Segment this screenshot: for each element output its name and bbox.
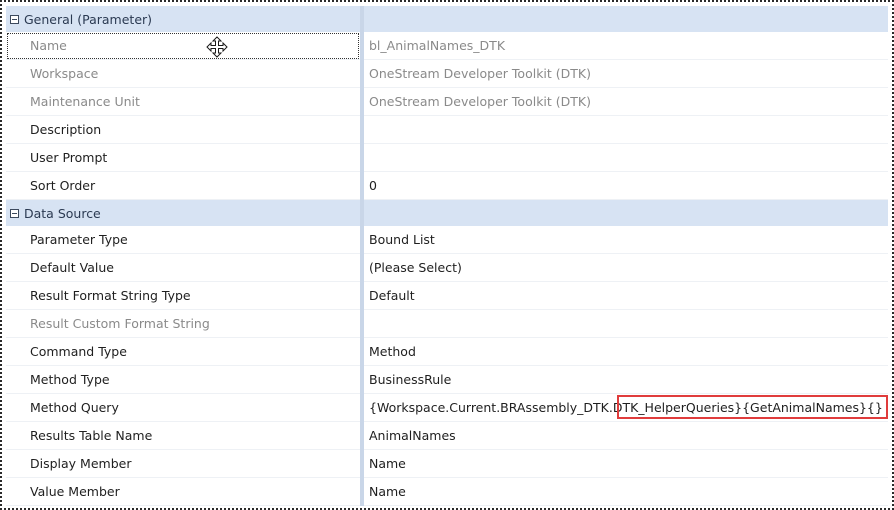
property-result-format-string-type-value[interactable]: Default bbox=[364, 282, 888, 310]
property-sort-order-value[interactable]: 0 bbox=[364, 172, 888, 200]
property-description-value[interactable] bbox=[364, 116, 888, 144]
property-default-value-label[interactable]: Default Value bbox=[6, 254, 360, 282]
property-workspace-value[interactable]: OneStream Developer Toolkit (DTK) bbox=[364, 60, 888, 88]
property-grid: General (Parameter) Name bl_AnimalNames_… bbox=[6, 6, 888, 506]
property-method-type-value[interactable]: BusinessRule bbox=[364, 366, 888, 394]
category-data-source[interactable]: Data Source bbox=[6, 200, 888, 226]
method-query-text[interactable]: {Workspace.Current.BRAssembly_DTK.DTK_He… bbox=[369, 400, 883, 415]
property-command-type-value[interactable]: Method bbox=[364, 338, 888, 366]
property-parameter-type-value[interactable]: Bound List bbox=[364, 226, 888, 254]
property-row-method-type[interactable]: Method Type BusinessRule bbox=[6, 366, 888, 394]
property-row-sort-order[interactable]: Sort Order 0 bbox=[6, 172, 888, 200]
property-label: Name bbox=[30, 38, 67, 53]
property-display-member-label[interactable]: Display Member bbox=[6, 450, 360, 478]
property-name-value[interactable]: bl_AnimalNames_DTK bbox=[364, 32, 888, 60]
property-results-table-name-label[interactable]: Results Table Name bbox=[6, 422, 360, 450]
property-row-name[interactable]: Name bl_AnimalNames_DTK bbox=[6, 32, 888, 60]
property-default-value-value[interactable]: (Please Select) bbox=[364, 254, 888, 282]
property-results-table-name-value[interactable]: AnimalNames bbox=[364, 422, 888, 450]
category-data-source-header[interactable]: Data Source bbox=[6, 200, 360, 226]
property-name-label[interactable]: Name bbox=[6, 32, 360, 60]
property-method-type-label[interactable]: Method Type bbox=[6, 366, 360, 394]
property-command-type-label[interactable]: Command Type bbox=[6, 338, 360, 366]
category-general-header[interactable]: General (Parameter) bbox=[6, 6, 360, 32]
property-row-display-member[interactable]: Display Member Name bbox=[6, 450, 888, 478]
property-workspace-label[interactable]: Workspace bbox=[6, 60, 360, 88]
property-sort-order-label[interactable]: Sort Order bbox=[6, 172, 360, 200]
property-value-member-value[interactable]: Name bbox=[364, 478, 888, 506]
category-general-label: General (Parameter) bbox=[24, 11, 153, 27]
property-method-query-label[interactable]: Method Query bbox=[6, 394, 360, 422]
property-value-member-label[interactable]: Value Member bbox=[6, 478, 360, 506]
property-row-maintenance-unit[interactable]: Maintenance Unit OneStream Developer Too… bbox=[6, 88, 888, 116]
property-parameter-type-label[interactable]: Parameter Type bbox=[6, 226, 360, 254]
property-row-method-query[interactable]: Method Query {Workspace.Current.BRAssemb… bbox=[6, 394, 888, 422]
property-result-custom-format-string-value[interactable] bbox=[364, 310, 888, 338]
property-row-result-format-string-type[interactable]: Result Format String Type Default bbox=[6, 282, 888, 310]
property-user-prompt-label[interactable]: User Prompt bbox=[6, 144, 360, 172]
move-cursor-icon bbox=[206, 36, 228, 58]
collapse-minus-icon[interactable] bbox=[10, 208, 19, 218]
property-method-query-value[interactable]: {Workspace.Current.BRAssembly_DTK.DTK_He… bbox=[364, 394, 888, 422]
property-row-results-table-name[interactable]: Results Table Name AnimalNames bbox=[6, 422, 888, 450]
category-general-value bbox=[364, 6, 888, 32]
property-display-member-value[interactable]: Name bbox=[364, 450, 888, 478]
property-row-command-type[interactable]: Command Type Method bbox=[6, 338, 888, 366]
property-result-format-string-type-label[interactable]: Result Format String Type bbox=[6, 282, 360, 310]
category-data-source-label: Data Source bbox=[24, 205, 101, 221]
property-row-parameter-type[interactable]: Parameter Type Bound List bbox=[6, 226, 888, 254]
property-grid-frame: General (Parameter) Name bl_AnimalNames_… bbox=[0, 0, 894, 510]
property-description-label[interactable]: Description bbox=[6, 116, 360, 144]
category-general[interactable]: General (Parameter) bbox=[6, 6, 888, 32]
property-row-workspace[interactable]: Workspace OneStream Developer Toolkit (D… bbox=[6, 60, 888, 88]
property-row-result-custom-format-string[interactable]: Result Custom Format String bbox=[6, 310, 888, 338]
property-user-prompt-value[interactable] bbox=[364, 144, 888, 172]
property-row-description[interactable]: Description bbox=[6, 116, 888, 144]
property-row-default-value[interactable]: Default Value (Please Select) bbox=[6, 254, 888, 282]
category-data-source-value bbox=[364, 200, 888, 226]
property-maintenance-unit-value[interactable]: OneStream Developer Toolkit (DTK) bbox=[364, 88, 888, 116]
property-row-user-prompt[interactable]: User Prompt bbox=[6, 144, 888, 172]
property-maintenance-unit-label[interactable]: Maintenance Unit bbox=[6, 88, 360, 116]
property-row-value-member[interactable]: Value Member Name bbox=[6, 478, 888, 506]
property-result-custom-format-string-label[interactable]: Result Custom Format String bbox=[6, 310, 360, 338]
collapse-minus-icon[interactable] bbox=[10, 14, 19, 24]
